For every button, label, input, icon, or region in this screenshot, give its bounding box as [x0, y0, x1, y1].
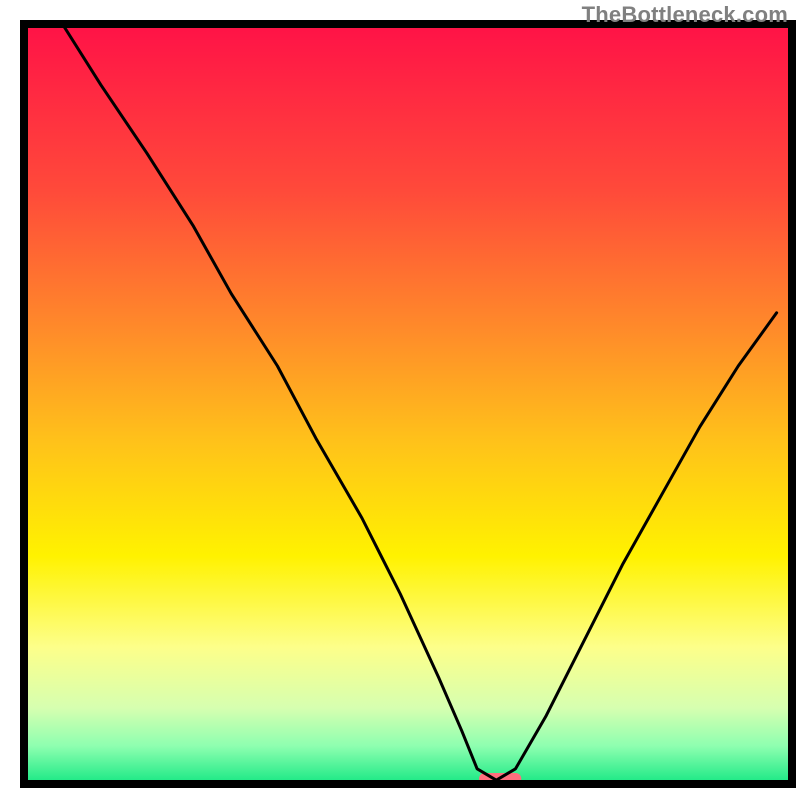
chart-container: TheBottleneck.com [0, 0, 800, 800]
gradient-background [24, 24, 792, 784]
watermark-label: TheBottleneck.com [582, 2, 788, 28]
bottleneck-chart [0, 0, 800, 800]
